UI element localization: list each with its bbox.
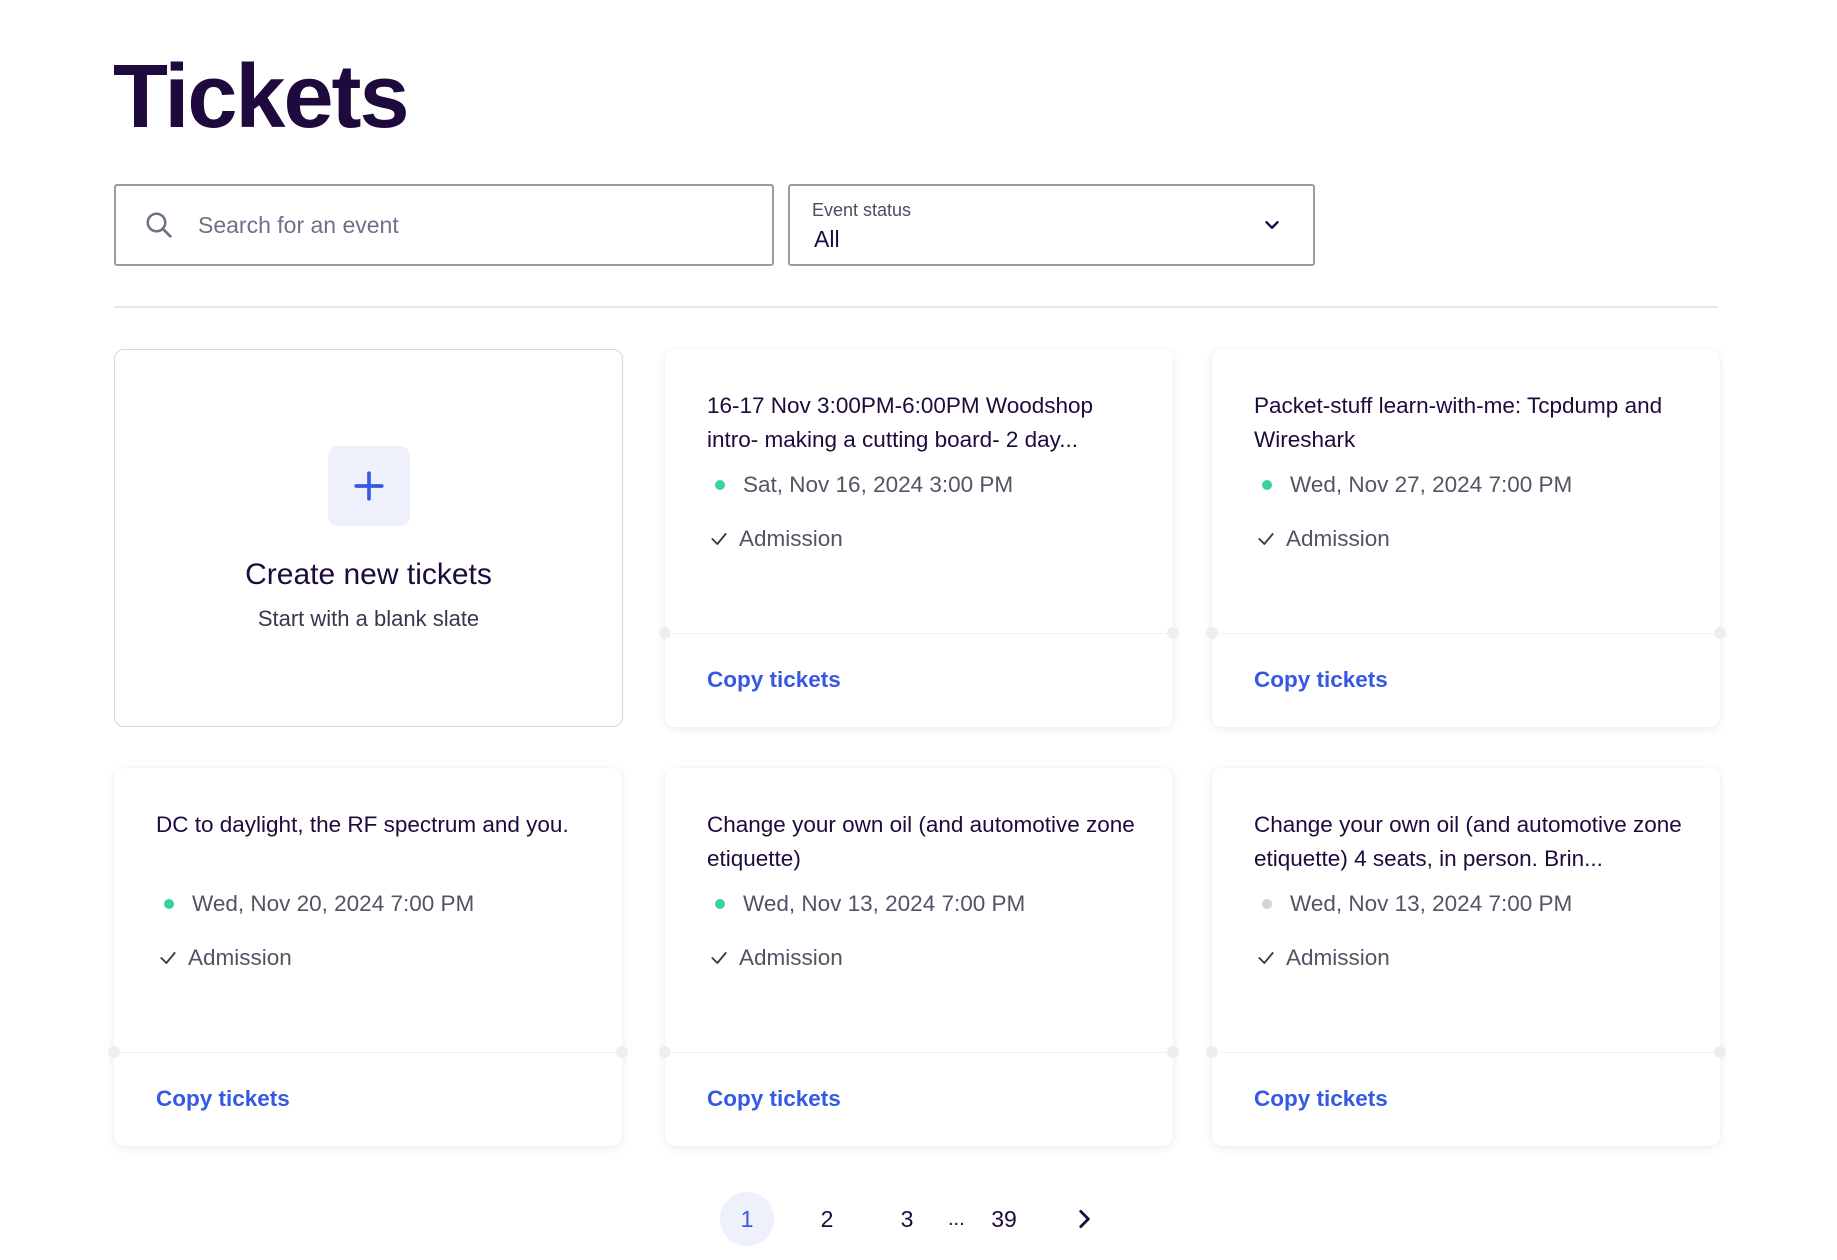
card-notch	[1206, 627, 1218, 639]
card-notch	[1714, 627, 1726, 639]
card-divider	[114, 1052, 622, 1053]
event-title: Change your own oil (and automotive zone…	[707, 812, 1135, 871]
event-date-row: Wed, Nov 13, 2024 7:00 PM	[715, 891, 1025, 917]
create-new-tickets-card[interactable]: Create new tickets Start with a blank sl…	[114, 349, 623, 727]
status-dot	[715, 480, 725, 490]
copy-tickets-link[interactable]: Copy tickets	[707, 667, 841, 693]
page-button-1[interactable]: 1	[720, 1192, 774, 1246]
page-title: Tickets	[113, 47, 410, 147]
event-title: Packet-stuff learn-with-me: Tcpdump and …	[1254, 393, 1663, 452]
event-title: 16-17 Nov 3:00PM-6:00PM Woodshop intro- …	[707, 393, 1094, 452]
card-notch	[1206, 1046, 1218, 1058]
ticket-type-row: Admission	[1256, 526, 1390, 552]
ticket-type: Admission	[739, 945, 843, 970]
pagination: 1 2 3 ... 39	[0, 1192, 1837, 1246]
copy-tickets-link[interactable]: Copy tickets	[1254, 1086, 1388, 1112]
search-icon	[146, 212, 172, 238]
status-dot	[715, 899, 725, 909]
event-card[interactable]: 16-17 Nov 3:00PM-6:00PM Woodshop intro- …	[659, 349, 1179, 727]
event-date-row: Wed, Nov 13, 2024 7:00 PM	[1262, 891, 1572, 917]
page-button-last[interactable]: 39	[977, 1192, 1031, 1246]
card-divider	[665, 633, 1173, 634]
status-dot	[1262, 899, 1272, 909]
event-date: Wed, Nov 20, 2024 7:00 PM	[192, 891, 475, 916]
ticket-type-row: Admission	[709, 945, 843, 971]
card-notch	[1167, 1046, 1179, 1058]
status-dot	[164, 899, 174, 909]
status-dot	[1262, 480, 1272, 490]
card-notch	[659, 1046, 671, 1058]
event-title: DC to daylight, the RF spectrum and you.	[156, 812, 569, 837]
event-card[interactable]: Change your own oil (and automotive zone…	[1206, 768, 1726, 1146]
check-icon	[711, 952, 727, 964]
ticket-type: Admission	[188, 945, 292, 970]
event-status-label: Event status	[812, 200, 912, 220]
card-divider	[665, 1052, 1173, 1053]
pagination-ellipsis: ...	[948, 1207, 965, 1230]
event-title: Change your own oil (and automotive zone…	[1254, 812, 1682, 871]
event-card[interactable]: Change your own oil (and automotive zone…	[659, 768, 1179, 1146]
event-date-row: Sat, Nov 16, 2024 3:00 PM	[715, 472, 1013, 498]
card-divider	[1212, 633, 1720, 634]
create-card-subtitle: Start with a blank slate	[257, 606, 480, 631]
check-icon	[160, 952, 176, 964]
event-card[interactable]: Packet-stuff learn-with-me: Tcpdump and …	[1206, 349, 1726, 727]
card-notch	[1167, 627, 1179, 639]
event-status-value: All	[814, 226, 840, 252]
search-box[interactable]	[114, 184, 774, 266]
add-button[interactable]	[327, 446, 410, 526]
ticket-type-row: Admission	[1256, 945, 1390, 971]
search-input[interactable]	[198, 211, 718, 239]
card-notch	[659, 627, 671, 639]
ticket-type: Admission	[739, 526, 843, 551]
event-date: Wed, Nov 27, 2024 7:00 PM	[1290, 472, 1573, 497]
page-button-3[interactable]: 3	[880, 1192, 934, 1246]
ticket-type-row: Admission	[709, 526, 843, 552]
card-notch	[616, 1046, 628, 1058]
event-date: Sat, Nov 16, 2024 3:00 PM	[743, 472, 1014, 497]
copy-tickets-link[interactable]: Copy tickets	[1254, 667, 1388, 693]
ticket-type: Admission	[1286, 945, 1390, 970]
ticket-type: Admission	[1286, 526, 1390, 551]
copy-tickets-link[interactable]: Copy tickets	[707, 1086, 841, 1112]
check-icon	[711, 533, 727, 545]
event-date: Wed, Nov 13, 2024 7:00 PM	[743, 891, 1026, 916]
plus-icon	[353, 471, 384, 501]
chevron-right-icon[interactable]	[1071, 1206, 1097, 1232]
event-date-row: Wed, Nov 27, 2024 7:00 PM	[1262, 472, 1572, 498]
create-card-title: Create new tickets	[245, 558, 492, 591]
divider	[114, 306, 1718, 308]
check-icon	[1258, 952, 1274, 964]
card-notch	[1714, 1046, 1726, 1058]
ticket-type-row: Admission	[158, 945, 292, 971]
copy-tickets-link[interactable]: Copy tickets	[156, 1086, 290, 1112]
chevron-down-icon	[1265, 221, 1279, 229]
event-date-row: Wed, Nov 20, 2024 7:00 PM	[164, 891, 474, 917]
card-divider	[1212, 1052, 1720, 1053]
page-button-2[interactable]: 2	[800, 1192, 854, 1246]
card-notch	[108, 1046, 120, 1058]
check-icon	[1258, 533, 1274, 545]
event-card[interactable]: DC to daylight, the RF spectrum and you.…	[108, 768, 628, 1146]
event-date: Wed, Nov 13, 2024 7:00 PM	[1290, 891, 1573, 916]
event-status-select[interactable]: Event status All	[788, 184, 1315, 266]
